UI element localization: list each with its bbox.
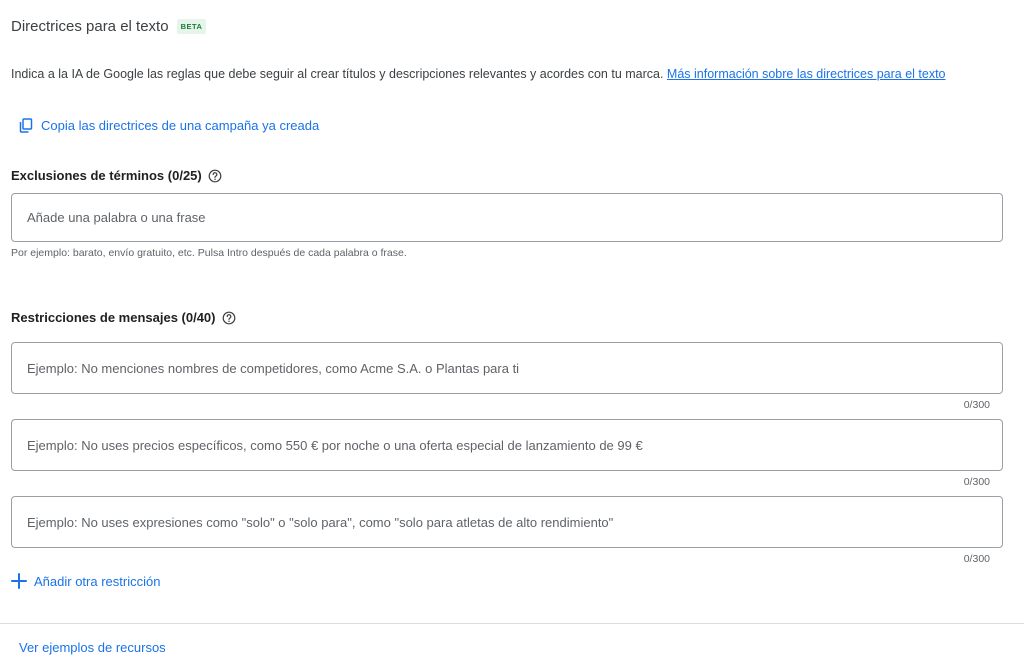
copy-guidelines-label: Copia las directrices de una campaña ya … [41,118,320,133]
restriction-input-1[interactable] [12,343,1002,393]
description-text: Indica a la IA de Google las reglas que … [11,67,667,81]
char-counter: 0/300 [963,399,990,411]
copy-guidelines-link[interactable]: Copia las directrices de una campaña ya … [19,118,319,133]
plus-icon [11,573,27,589]
restrictions-label: Restricciones de mensajes (0/40) [11,310,236,325]
help-icon[interactable] [222,311,236,325]
char-counter: 0/300 [963,476,990,488]
exclusions-input-box[interactable] [11,193,1003,242]
char-counter: 0/300 [963,553,990,565]
add-restriction-button[interactable]: Añadir otra restricción [11,573,160,589]
restriction-input-3[interactable] [12,497,1002,547]
divider [0,623,1024,624]
copy-icon [19,118,33,133]
exclusions-hint: Por ejemplo: barato, envío gratuito, etc… [11,247,407,259]
exclusions-input[interactable] [12,194,1002,241]
add-restriction-label: Añadir otra restricción [34,573,161,589]
beta-badge: BETA [176,19,207,34]
description: Indica a la IA de Google las reglas que … [11,65,1006,84]
restrictions-label-text: Restricciones de mensajes (0/40) [11,310,216,325]
exclusions-label: Exclusiones de términos (0/25) [11,168,222,183]
exclusions-label-text: Exclusiones de términos (0/25) [11,168,202,183]
section-title: Directrices para el texto BETA [11,18,207,35]
help-icon[interactable] [208,169,222,183]
restriction-input-box[interactable] [11,342,1003,394]
learn-more-link[interactable]: Más información sobre las directrices pa… [667,67,946,81]
view-examples-link[interactable]: Ver ejemplos de recursos [19,640,166,655]
restriction-input-box[interactable] [11,496,1003,548]
section-title-text: Directrices para el texto [11,18,169,35]
restriction-input-2[interactable] [12,420,1002,470]
restriction-input-box[interactable] [11,419,1003,471]
